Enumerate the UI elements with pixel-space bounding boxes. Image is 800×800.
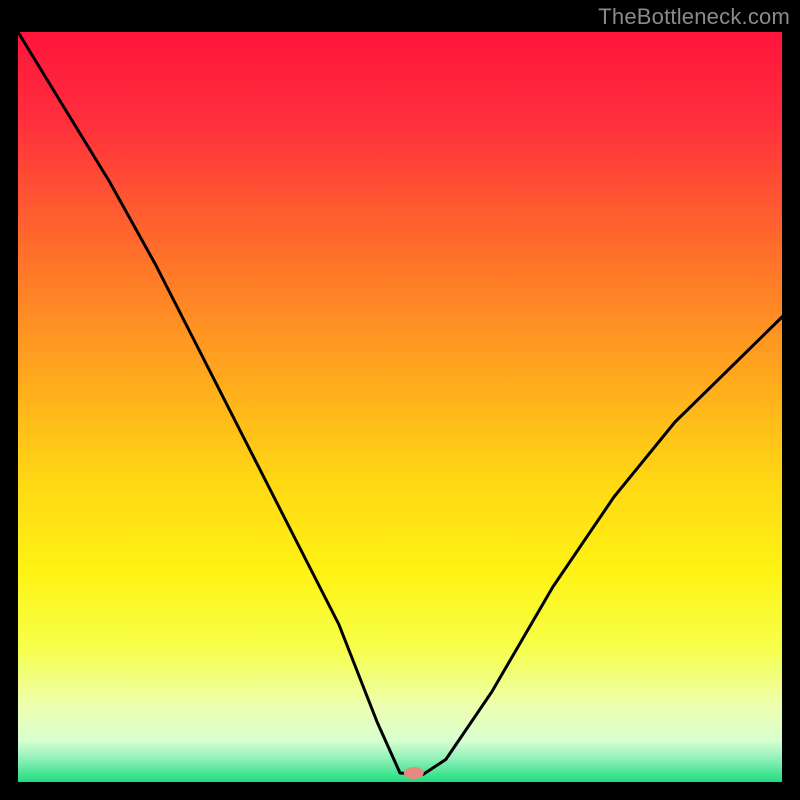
- chart-frame: TheBottleneck.com: [0, 0, 800, 800]
- bottleneck-chart: [0, 0, 800, 800]
- optimal-marker: [404, 767, 424, 779]
- watermark-text: TheBottleneck.com: [598, 4, 790, 30]
- gradient-background: [18, 32, 782, 782]
